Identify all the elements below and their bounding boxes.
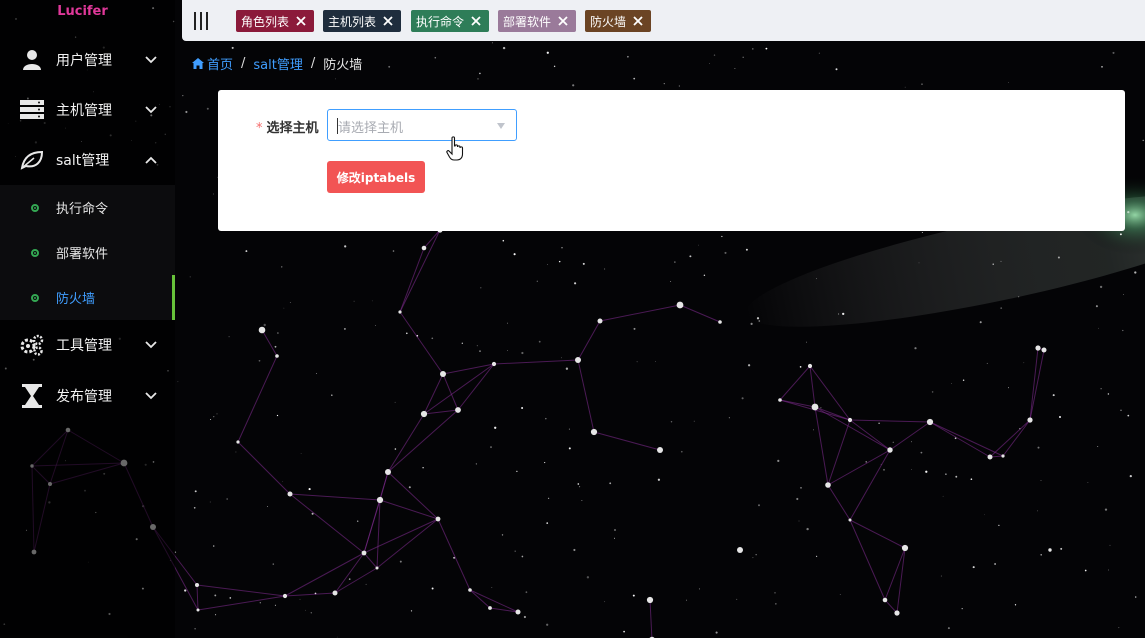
- sidebar-item-user-management[interactable]: 用户管理: [0, 35, 175, 85]
- sidebar-subitem-execute-command[interactable]: 执行命令: [0, 185, 175, 230]
- breadcrumb-current: 防火墙: [323, 57, 363, 73]
- tag-label: 执行命令: [416, 14, 465, 29]
- sidebar: Lucifer 用户管理 主机管理 salt管理 执行命令 部署软件 防火墙 工…: [0, 0, 175, 638]
- circle-dot-icon: [31, 248, 39, 257]
- close-icon[interactable]: [293, 13, 309, 29]
- hand-pointer-icon: [446, 136, 464, 161]
- tag-label: 防火墙: [590, 14, 627, 29]
- tag-host-list[interactable]: 主机列表: [323, 10, 401, 32]
- host-select[interactable]: 请选择主机: [327, 109, 517, 141]
- breadcrumb-salt-link[interactable]: salt管理: [253, 54, 302, 73]
- chevron-down-icon: [145, 341, 157, 349]
- tag-deploy-software[interactable]: 部署软件: [498, 10, 576, 32]
- active-indicator: [172, 275, 175, 320]
- gears-icon: [20, 333, 44, 357]
- sidebar-subitem-deploy-software[interactable]: 部署软件: [0, 230, 175, 275]
- tag-label: 部署软件: [503, 14, 552, 29]
- chevron-up-icon: [145, 156, 157, 164]
- user-icon: [20, 48, 44, 72]
- server-icon: [20, 98, 44, 122]
- sidebar-item-label: 工具管理: [56, 338, 112, 354]
- app-logo: Lucifer: [57, 4, 108, 19]
- sidebar-subitem-label: 部署软件: [56, 247, 109, 262]
- host-select-placeholder: 请选择主机: [338, 121, 404, 136]
- close-icon[interactable]: [380, 13, 396, 29]
- tag-role-list[interactable]: 角色列表: [236, 10, 314, 32]
- sidebar-item-label: salt管理: [56, 153, 110, 169]
- hourglass-icon: [20, 384, 44, 408]
- sidebar-subitem-label: 防火墙: [56, 292, 96, 307]
- sidebar-item-label: 发布管理: [56, 389, 112, 405]
- tag-label: 角色列表: [241, 14, 290, 29]
- circle-dot-icon: [31, 293, 39, 302]
- sidebar-item-label: 用户管理: [56, 53, 112, 69]
- close-icon[interactable]: [555, 13, 571, 29]
- sidebar-subitem-label: 执行命令: [56, 202, 109, 217]
- tag-label: 主机列表: [328, 14, 377, 29]
- tag-execute-command[interactable]: 执行命令: [411, 10, 489, 32]
- host-select-label: * 选择主机: [256, 117, 319, 136]
- breadcrumb: 首页 / salt管理 / 防火墙: [192, 54, 363, 73]
- breadcrumb-home-link[interactable]: 首页: [207, 54, 233, 73]
- host-label-text: 选择主机: [266, 121, 319, 136]
- chevron-down-icon: [145, 106, 157, 114]
- sidebar-subitem-firewall[interactable]: 防火墙: [0, 275, 175, 320]
- salt-submenu: 执行命令 部署软件 防火墙: [0, 185, 175, 320]
- tag-firewall[interactable]: 防火墙: [585, 10, 651, 32]
- close-icon[interactable]: [468, 13, 484, 29]
- breadcrumb-separator: /: [241, 55, 246, 71]
- required-mark: *: [256, 121, 263, 136]
- sidebar-item-tool-management[interactable]: 工具管理: [0, 320, 175, 370]
- breadcrumb-separator: /: [310, 55, 316, 71]
- sidebar-item-salt-management[interactable]: salt管理: [0, 135, 175, 185]
- modify-iptables-button[interactable]: 修改iptabels: [327, 161, 425, 193]
- home-icon: [192, 57, 204, 69]
- tags-bar: 角色列表 主机列表 执行命令 部署软件 防火墙: [182, 0, 1145, 41]
- sidebar-item-label: 主机管理: [56, 103, 112, 119]
- text-caret: [337, 118, 338, 134]
- select-arrow-icon: [497, 123, 505, 129]
- firewall-form-card: * 选择主机 请选择主机 修改iptabels: [218, 90, 1125, 231]
- circle-dot-icon: [31, 203, 39, 212]
- close-icon[interactable]: [630, 13, 646, 29]
- menu-toggle-icon[interactable]: [193, 12, 209, 30]
- sidebar-item-release-management[interactable]: 发布管理: [0, 371, 175, 421]
- leaf-icon: [20, 148, 44, 172]
- chevron-down-icon: [145, 392, 157, 400]
- chevron-down-icon: [145, 56, 157, 64]
- sidebar-item-host-management[interactable]: 主机管理: [0, 85, 175, 135]
